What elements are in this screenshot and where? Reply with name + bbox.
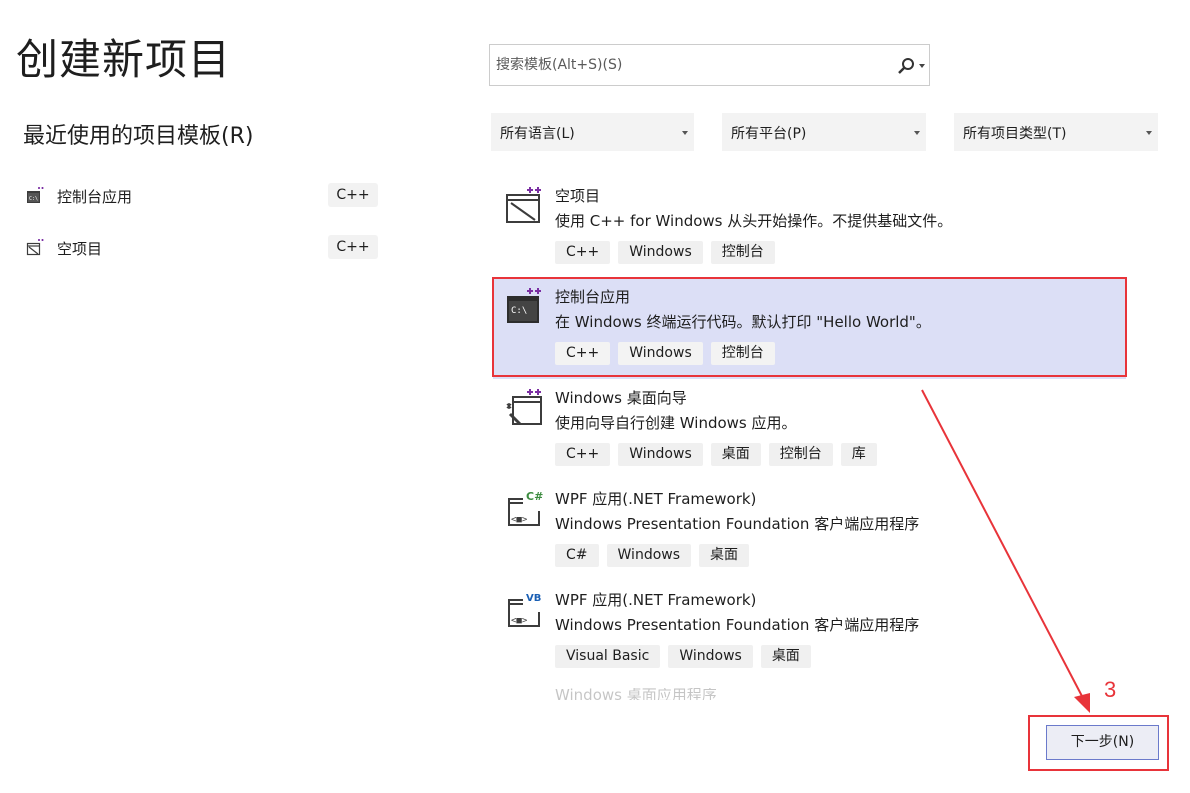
template-item-desktop-wizard[interactable]: Windows 桌面向导 使用向导自行创建 Windows 应用。 C++ Wi… <box>493 380 1126 480</box>
template-description: Windows Presentation Foundation 客户端应用程序 <box>555 616 920 634</box>
search-options-chevron-down-icon[interactable] <box>919 64 925 68</box>
template-item-empty-project[interactable]: 空项目 使用 C++ for Windows 从头开始操作。不提供基础文件。 C… <box>493 178 1126 278</box>
tag: Windows <box>606 544 692 567</box>
tag: Windows <box>618 342 703 365</box>
platform-filter-dropdown[interactable]: 所有平台(P) <box>722 113 926 151</box>
template-tags: Visual Basic Windows 桌面 <box>555 645 811 668</box>
console-app-icon: C:\ <box>27 187 44 203</box>
empty-project-icon <box>506 187 541 223</box>
template-description: 在 Windows 终端运行代码。默认打印 "Hello World"。 <box>555 313 931 331</box>
template-tags: C++ Windows 桌面 控制台 库 <box>555 443 877 466</box>
next-button[interactable]: 下一步(N) <box>1046 725 1159 760</box>
language-tag: C++ <box>328 235 378 259</box>
tag: 桌面 <box>710 443 761 466</box>
tag: 控制台 <box>768 443 833 466</box>
svg-text:<■>: <■> <box>511 515 528 525</box>
template-description: Windows Presentation Foundation 客户端应用程序 <box>555 515 920 533</box>
language-filter-dropdown[interactable]: 所有语言(L) <box>491 113 694 151</box>
svg-text:C#: C# <box>526 490 543 503</box>
search-input[interactable] <box>491 46 896 84</box>
recent-item-empty-project[interactable]: 空项目 C++ <box>22 235 378 261</box>
console-app-icon: C:\ <box>507 288 541 323</box>
template-item-wpf-csharp[interactable]: <■> C# WPF 应用(.NET Framework) Windows Pr… <box>493 481 1126 581</box>
template-item-partially-visible[interactable]: Windows 桌面应用程序 <box>507 688 1127 700</box>
recent-item-console-app[interactable]: C:\ 控制台应用 C++ <box>22 183 378 209</box>
svg-text:C:\: C:\ <box>511 306 527 316</box>
tag: Windows <box>668 645 753 668</box>
tag: 桌面 <box>760 645 811 668</box>
svg-text:C:\: C:\ <box>29 196 38 202</box>
tag: C++ <box>555 241 611 264</box>
chevron-down-icon <box>914 131 920 135</box>
template-item-wpf-vb[interactable]: <■> VB WPF 应用(.NET Framework) Windows Pr… <box>493 582 1126 682</box>
tag: C++ <box>555 342 611 365</box>
chevron-down-icon <box>682 131 688 135</box>
template-name: Windows 桌面应用程序 <box>555 688 717 700</box>
project-type-filter-dropdown[interactable]: 所有项目类型(T) <box>954 113 1158 151</box>
template-tags: C++ Windows 控制台 <box>555 241 775 264</box>
language-filter-label: 所有语言(L) <box>500 126 575 142</box>
tag: 控制台 <box>710 342 775 365</box>
wpf-csharp-icon: <■> C# <box>508 490 543 526</box>
tag: Windows <box>618 241 703 264</box>
step-number-annotation: 3 <box>1104 677 1117 702</box>
template-name: WPF 应用(.NET Framework) <box>555 591 757 609</box>
tag: Visual Basic <box>555 645 661 668</box>
svg-text:<■>: <■> <box>511 616 528 626</box>
search-icon[interactable] <box>897 57 915 75</box>
tag: C# <box>555 544 599 567</box>
search-box[interactable] <box>489 44 930 86</box>
svg-text:VB: VB <box>526 593 541 604</box>
recent-item-label: 控制台应用 <box>57 188 133 206</box>
template-tags: C# Windows 桌面 <box>555 544 750 567</box>
template-name: 控制台应用 <box>555 288 631 306</box>
tag: C++ <box>555 443 611 466</box>
desktop-wizard-icon <box>506 389 542 426</box>
template-description: 使用向导自行创建 Windows 应用。 <box>555 414 797 432</box>
template-description: 使用 C++ for Windows 从头开始操作。不提供基础文件。 <box>555 212 953 230</box>
template-name: 空项目 <box>555 187 601 205</box>
page-title: 创建新项目 <box>16 35 232 84</box>
language-tag: C++ <box>328 183 378 207</box>
empty-project-icon <box>26 239 44 256</box>
project-type-filter-label: 所有项目类型(T) <box>963 126 1067 142</box>
tag: 控制台 <box>710 241 775 264</box>
wpf-vb-icon: <■> VB <box>508 593 541 627</box>
tag: Windows <box>618 443 703 466</box>
platform-filter-label: 所有平台(P) <box>731 126 807 142</box>
template-item-console-app[interactable]: C:\ 控制台应用 在 Windows 终端运行代码。默认打印 "Hello W… <box>493 279 1126 379</box>
template-name: WPF 应用(.NET Framework) <box>555 490 757 508</box>
template-tags: C++ Windows 控制台 <box>555 342 775 365</box>
recent-templates-title: 最近使用的项目模板(R) <box>23 124 254 149</box>
tag: 库 <box>840 443 877 466</box>
chevron-down-icon <box>1146 131 1152 135</box>
recent-item-label: 空项目 <box>57 240 103 258</box>
template-name: Windows 桌面向导 <box>555 389 687 407</box>
tag: 桌面 <box>699 544 750 567</box>
